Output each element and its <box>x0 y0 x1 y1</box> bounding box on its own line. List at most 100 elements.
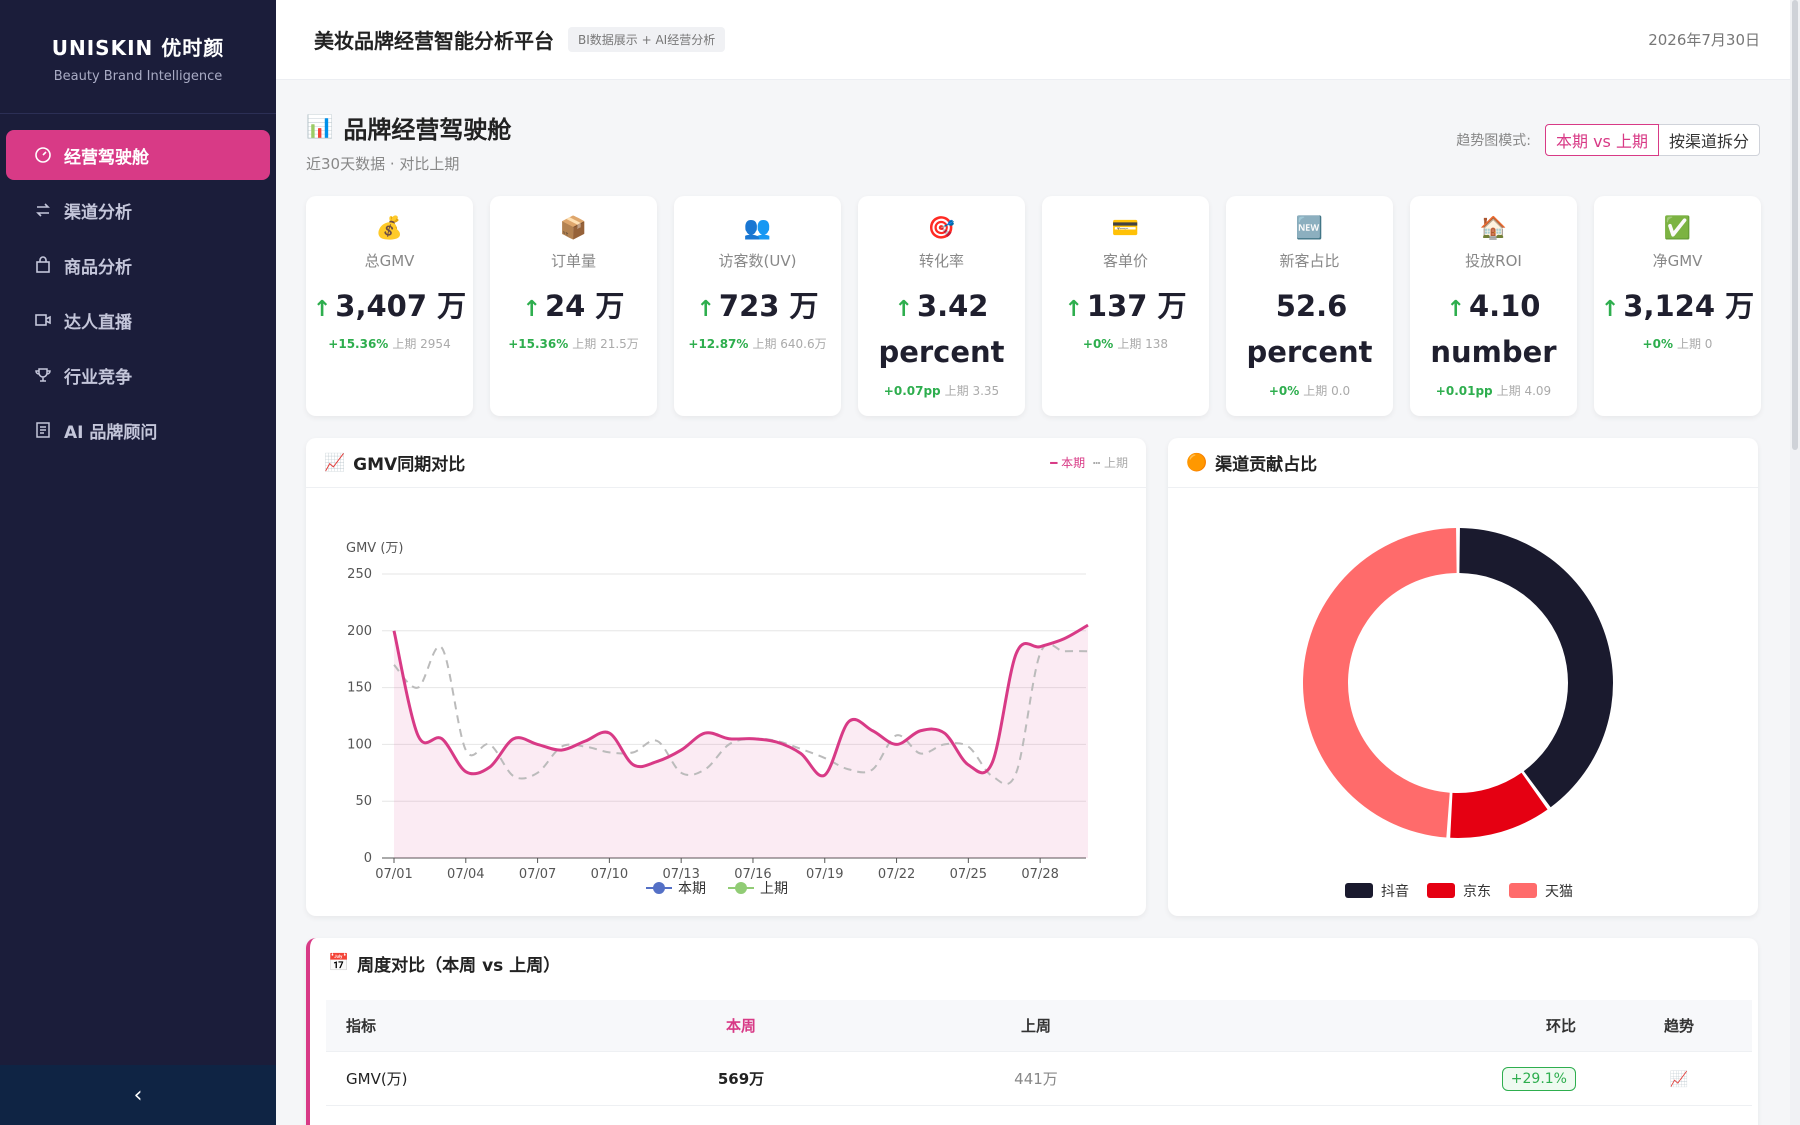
sidebar-item-live[interactable]: 达人直播 <box>6 295 270 345</box>
mode-period-compare-button[interactable]: 本期 vs 上期 <box>1545 124 1659 156</box>
kpi-footer: +15.36% 上期 2954 <box>306 335 473 352</box>
up-arrow-icon: ↑ <box>1446 297 1465 322</box>
kpi-label: 净GMV <box>1652 252 1703 270</box>
legend-previous: ┅ 上期 <box>1092 456 1128 470</box>
up-arrow-icon: ↑ <box>1600 297 1620 322</box>
this-week-value: 569万 <box>717 1070 765 1088</box>
kpi-previous: 上期 0.0 <box>1303 383 1351 398</box>
gmv-line-chart[interactable]: GMV (万) 0 50 100 150 200 250 07/01 07/04 07/07 07/… <box>306 488 1146 916</box>
sidebar-item-industry[interactable]: 行业竞争 <box>6 350 270 400</box>
y-tick-label: 50 <box>355 794 372 809</box>
sidebar-item-label: 商品分析 <box>64 257 132 278</box>
x-tick-label: 07/19 <box>806 867 843 882</box>
col-change[interactable]: 环比 <box>1186 1015 1606 1036</box>
dashboard-icon <box>34 146 52 164</box>
table-row[interactable]: GMV(万) 569万 441万 +29.1% 📈 <box>326 1052 1752 1106</box>
sidebar-item-label: AI 品牌顾问 <box>64 422 158 443</box>
kpi-previous: 上期 3.35 <box>944 383 1000 398</box>
legend-swatch <box>1345 883 1373 898</box>
last-week-value: 441万 <box>1014 1070 1058 1088</box>
kpi-icon: 💳 <box>1111 216 1140 241</box>
kpi-card[interactable]: 🏠 投放ROI ↑ 4.10 number +0.01pp 上期 4.09 <box>1410 196 1577 416</box>
sidebar-item-dashboard[interactable]: 经营驾驶舱 <box>6 130 270 180</box>
kpi-label: 投放ROI <box>1465 252 1522 270</box>
kpi-value: 3,407 万 <box>335 289 467 323</box>
kpi-value-wrap: ↑ 3.42 percent <box>858 283 1025 376</box>
kpi-footer: +0.07pp 上期 3.35 <box>858 382 1025 399</box>
kpi-previous: 上期 21.5万 <box>572 337 639 352</box>
trend-icon[interactable]: 📈 <box>1606 1070 1752 1088</box>
kpi-icon: 💰 <box>375 216 404 241</box>
kpi-card[interactable]: 💰 总GMV ↑ 3,407 万 +15.36% 上期 2954 <box>306 196 473 416</box>
kpi-footer: +0% 上期 0.0 <box>1226 382 1393 399</box>
page-title-text: 品牌经营驾驶舱 <box>343 116 512 144</box>
collapse-sidebar-button[interactable]: ‹ <box>0 1065 276 1125</box>
col-metric[interactable]: 指标 <box>326 1015 596 1036</box>
table-row[interactable] <box>326 1106 1752 1125</box>
table-header-row: 指标 本周 上周 环比 趋势 <box>326 1000 1752 1052</box>
legend-label: 京东 <box>1463 884 1491 900</box>
col-last-week[interactable]: 上周 <box>886 1015 1186 1036</box>
x-tick-label: 07/10 <box>591 867 628 882</box>
kpi-card[interactable]: 📦 订单量 ↑ 24 万 +15.36% 上期 21.5万 <box>490 196 657 416</box>
weekly-compare-panel: 📅 周度对比（本周 vs 上周） 指标 本周 上周 环比 趋势 GMV(万) 5… <box>306 938 1758 1125</box>
x-tick-label: 07/07 <box>519 867 556 882</box>
legend-label: 天猫 <box>1545 884 1573 900</box>
sidebar-item-label: 行业竞争 <box>64 367 132 388</box>
series-area-current <box>394 625 1088 858</box>
app-tag: BI数据展示 + AI经营分析 <box>568 27 726 52</box>
kpi-value: 24 万 <box>544 289 625 323</box>
kpi-card[interactable]: 👥 访客数(UV) ↑ 723 万 +12.87% 上期 640.6万 <box>674 196 841 416</box>
gmv-panel-header: 📈 GMV同期对比 ━ 本期 ┅ 上期 <box>306 438 1146 488</box>
col-this-week[interactable]: 本周 <box>596 1015 886 1036</box>
gmv-panel-title: GMV同期对比 <box>353 455 466 475</box>
scrollbar[interactable] <box>1790 0 1800 1125</box>
legend-swatch <box>1427 883 1455 898</box>
up-arrow-icon: ↑ <box>696 297 715 322</box>
kpi-value-wrap: ↑ 723 万 <box>674 283 841 329</box>
kpi-icon: 📦 <box>559 216 588 241</box>
sidebar-item-channel[interactable]: 渠道分析 <box>6 185 270 235</box>
kpi-label: 转化率 <box>918 252 964 270</box>
video-icon <box>34 311 52 329</box>
gmv-mini-legend: ━ 本期 ┅ 上期 <box>1050 454 1128 471</box>
brand-name: UNISKIN 优时颜 <box>51 36 225 60</box>
y-tick-label: 100 <box>347 737 372 752</box>
kpi-icon: ✅ <box>1663 216 1692 241</box>
weekly-table: 指标 本周 上周 环比 趋势 GMV(万) 569万 441万 +29.1% 📈 <box>326 1000 1752 1125</box>
scrollbar-thumb[interactable] <box>1792 0 1798 450</box>
kpi-card[interactable]: ✅ 净GMV ↑ 3,124 万 +0% 上期 0 <box>1594 196 1761 416</box>
kpi-footer: +12.87% 上期 640.6万 <box>674 335 841 352</box>
channel-share-panel: 🟠 渠道贡献占比 抖音 京东 天猫 <box>1168 438 1758 916</box>
channel-panel-header: 🟠 渠道贡献占比 <box>1168 438 1758 488</box>
mode-channel-split-button[interactable]: 按渠道拆分 <box>1658 124 1760 156</box>
kpi-card[interactable]: 🎯 转化率 ↑ 3.42 percent +0.07pp 上期 3.35 <box>858 196 1025 416</box>
brand: UNISKIN 优时颜 Beauty Brand Intelligence <box>0 0 276 114</box>
donut-slice-抖音 <box>1459 528 1613 808</box>
kpi-label: 访客数(UV) <box>718 252 797 270</box>
channel-donut-chart[interactable]: 抖音 京东 天猫 <box>1168 488 1758 916</box>
line-chart-icon: 📈 <box>324 452 346 473</box>
legend-marker <box>735 882 747 894</box>
x-tick-label: 07/28 <box>1021 867 1058 882</box>
kpi-change: +0.07pp <box>883 383 941 398</box>
sidebar-item-product[interactable]: 商品分析 <box>6 240 270 290</box>
robot-icon <box>34 421 52 439</box>
kpi-previous: 上期 0 <box>1676 337 1713 352</box>
kpi-value-wrap: ↑ 137 万 <box>1042 283 1209 329</box>
trend-mode-label: 趋势图模式: <box>1456 133 1531 149</box>
orange-circle-icon: 🟠 <box>1186 452 1208 473</box>
kpi-value-wrap: ↑ 24 万 <box>490 283 657 329</box>
kpi-footer: +0.01pp 上期 4.09 <box>1410 382 1577 399</box>
kpi-footer: +15.36% 上期 21.5万 <box>490 335 657 352</box>
up-arrow-icon: ↑ <box>522 297 541 322</box>
col-trend[interactable]: 趋势 <box>1606 1015 1752 1036</box>
sidebar-item-ai-advisor[interactable]: AI 品牌顾问 <box>6 405 270 455</box>
sidebar-item-label: 渠道分析 <box>64 202 132 223</box>
kpi-card[interactable]: 💳 客单价 ↑ 137 万 +0% 上期 138 <box>1042 196 1209 416</box>
kpi-value-wrap: 52.6 percent <box>1226 283 1393 376</box>
kpi-cards: 💰 总GMV ↑ 3,407 万 +15.36% 上期 2954 📦 订单量 ↑ 24 万 +15.… <box>306 196 1761 416</box>
kpi-card[interactable]: 🆕 新客占比 52.6 percent +0% 上期 0.0 <box>1226 196 1393 416</box>
legend-current: ━ 本期 <box>1050 456 1086 470</box>
metric-name: GMV(万) <box>346 1070 408 1088</box>
